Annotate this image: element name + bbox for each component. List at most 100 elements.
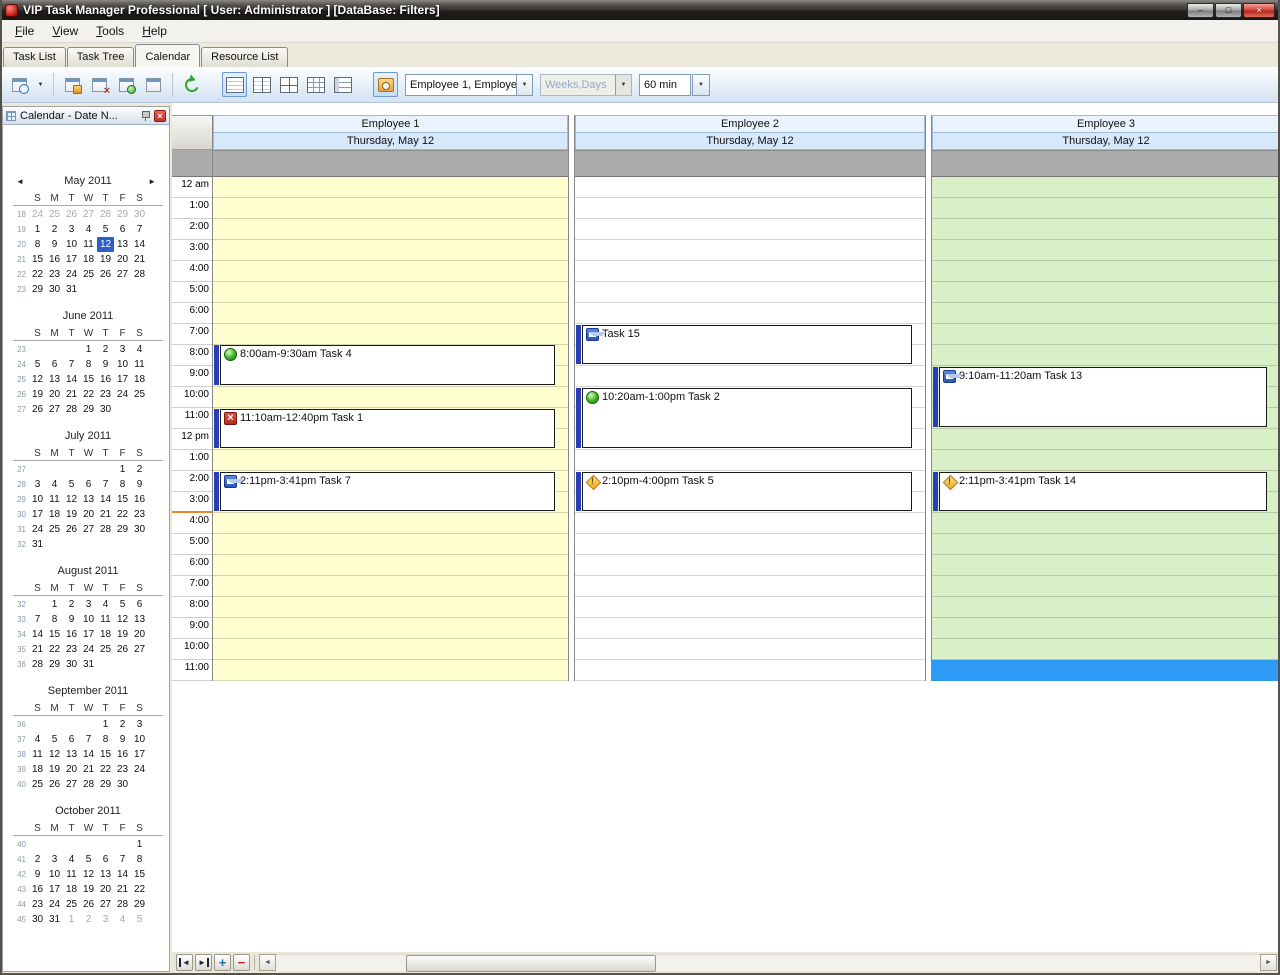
mini-day[interactable]: 4 <box>63 852 80 867</box>
mini-day[interactable]: 23 <box>131 507 148 522</box>
mini-day[interactable]: 21 <box>80 762 97 777</box>
mini-day[interactable]: 16 <box>29 882 46 897</box>
new-task-button[interactable] <box>7 72 32 97</box>
mini-day[interactable]: 29 <box>97 777 114 792</box>
mini-day[interactable]: 18 <box>63 882 80 897</box>
panel-close-button[interactable]: × <box>154 110 166 122</box>
mini-day[interactable]: 10 <box>131 732 148 747</box>
mini-day[interactable]: 10 <box>80 612 97 627</box>
mini-day[interactable]: 15 <box>46 627 63 642</box>
mini-day[interactable]: 25 <box>46 207 63 222</box>
mini-day[interactable]: 7 <box>131 222 148 237</box>
mini-day[interactable]: 30 <box>46 282 63 297</box>
mini-day[interactable]: 29 <box>114 522 131 537</box>
mini-day[interactable]: 30 <box>63 657 80 672</box>
mini-day[interactable]: 15 <box>29 252 46 267</box>
mini-day[interactable]: 2 <box>29 852 46 867</box>
mini-day[interactable]: 30 <box>131 207 148 222</box>
resource-filter-dropdown-button[interactable]: ▼ <box>516 75 532 95</box>
mini-day[interactable]: 19 <box>29 387 46 402</box>
mini-day[interactable]: 15 <box>131 867 148 882</box>
mini-day[interactable]: 7 <box>29 612 46 627</box>
day-view-button[interactable] <box>222 72 247 97</box>
menu-file[interactable]: File <box>6 21 43 41</box>
day-column[interactable]: 8:00am-9:30am Task 411:10am-12:40pm Task… <box>213 177 568 681</box>
mini-day[interactable]: 26 <box>80 897 97 912</box>
scroll-left-button[interactable]: ◄ <box>259 954 276 971</box>
mini-day[interactable]: 19 <box>114 627 131 642</box>
calendar-event[interactable]: 10:20am-1:00pm Task 2 <box>582 388 912 448</box>
mini-day[interactable]: 6 <box>97 852 114 867</box>
mini-day[interactable]: 20 <box>131 627 148 642</box>
mini-day[interactable]: 9 <box>114 732 131 747</box>
mini-day[interactable]: 24 <box>46 897 63 912</box>
mini-day[interactable]: 30 <box>97 402 114 417</box>
mini-day[interactable]: 10 <box>29 492 46 507</box>
mini-day[interactable]: 11 <box>46 492 63 507</box>
mini-day[interactable]: 5 <box>131 912 148 927</box>
tab-task-tree[interactable]: Task Tree <box>67 47 135 67</box>
mini-day[interactable]: 3 <box>46 852 63 867</box>
mini-day[interactable]: 22 <box>46 642 63 657</box>
mini-day[interactable]: 30 <box>131 522 148 537</box>
new-task-dropdown-button[interactable]: ▼ <box>34 72 47 97</box>
menu-tools[interactable]: Tools <box>87 21 133 41</box>
mini-day[interactable]: 11 <box>29 747 46 762</box>
interval-dropdown-button[interactable]: ▼ <box>692 74 710 96</box>
mini-day[interactable]: 20 <box>114 252 131 267</box>
horizontal-scrollbar[interactable]: ◄ ► <box>259 954 1277 971</box>
mini-day[interactable]: 26 <box>46 777 63 792</box>
interval-combo[interactable]: 60 min <box>639 74 691 96</box>
mini-day[interactable]: 25 <box>97 642 114 657</box>
mini-day[interactable]: 27 <box>63 777 80 792</box>
mini-day[interactable]: 31 <box>29 537 46 552</box>
mini-day[interactable]: 29 <box>29 282 46 297</box>
allday-area[interactable] <box>932 150 1280 177</box>
mini-day[interactable]: 24 <box>131 762 148 777</box>
column-splitter[interactable] <box>568 115 575 681</box>
mini-day[interactable]: 8 <box>97 732 114 747</box>
mini-day[interactable]: 3 <box>114 342 131 357</box>
mini-day[interactable]: 23 <box>114 762 131 777</box>
calendar-event[interactable]: 2:10pm-4:00pm Task 5 <box>582 472 912 511</box>
mini-day[interactable]: 15 <box>80 372 97 387</box>
day-column[interactable]: 9:10am-11:20am Task 132:11pm-3:41pm Task… <box>932 177 1280 681</box>
remove-day-button[interactable]: − <box>233 954 250 971</box>
mini-day[interactable]: 2 <box>80 912 97 927</box>
mini-day[interactable]: 14 <box>97 492 114 507</box>
calendar-event[interactable]: 11:10am-12:40pm Task 1 <box>220 409 555 448</box>
mini-day[interactable]: 10 <box>46 867 63 882</box>
mini-day[interactable]: 1 <box>80 342 97 357</box>
mini-day[interactable]: 15 <box>114 492 131 507</box>
mini-day[interactable]: 6 <box>80 477 97 492</box>
mini-day[interactable]: 26 <box>97 267 114 282</box>
mini-day[interactable]: 7 <box>80 732 97 747</box>
mini-day[interactable]: 24 <box>114 387 131 402</box>
mini-day[interactable]: 15 <box>97 747 114 762</box>
mini-day[interactable]: 7 <box>97 477 114 492</box>
mini-day[interactable]: 1 <box>46 597 63 612</box>
mini-day[interactable]: 10 <box>114 357 131 372</box>
mini-day[interactable]: 21 <box>97 507 114 522</box>
mini-day[interactable]: 8 <box>80 357 97 372</box>
maximize-button[interactable]: □ <box>1215 3 1242 18</box>
mini-day[interactable]: 28 <box>131 267 148 282</box>
mini-day[interactable]: 27 <box>97 897 114 912</box>
mini-day[interactable]: 29 <box>131 897 148 912</box>
mini-day[interactable]: 24 <box>63 267 80 282</box>
mini-day[interactable]: 4 <box>29 732 46 747</box>
mini-day[interactable]: 27 <box>80 522 97 537</box>
mini-day[interactable]: 19 <box>46 762 63 777</box>
mini-day[interactable]: 5 <box>63 477 80 492</box>
mini-day[interactable]: 21 <box>63 387 80 402</box>
mini-day[interactable]: 12 <box>80 867 97 882</box>
tab-calendar[interactable]: Calendar <box>135 44 200 67</box>
mini-day[interactable]: 4 <box>46 477 63 492</box>
mini-day[interactable]: 3 <box>29 477 46 492</box>
column-splitter[interactable] <box>925 115 932 681</box>
mini-day[interactable]: 12 <box>46 747 63 762</box>
mini-day[interactable]: 11 <box>97 612 114 627</box>
scrollbar-track[interactable] <box>276 954 1260 971</box>
mini-day[interactable]: 19 <box>63 507 80 522</box>
mini-day[interactable]: 25 <box>80 267 97 282</box>
